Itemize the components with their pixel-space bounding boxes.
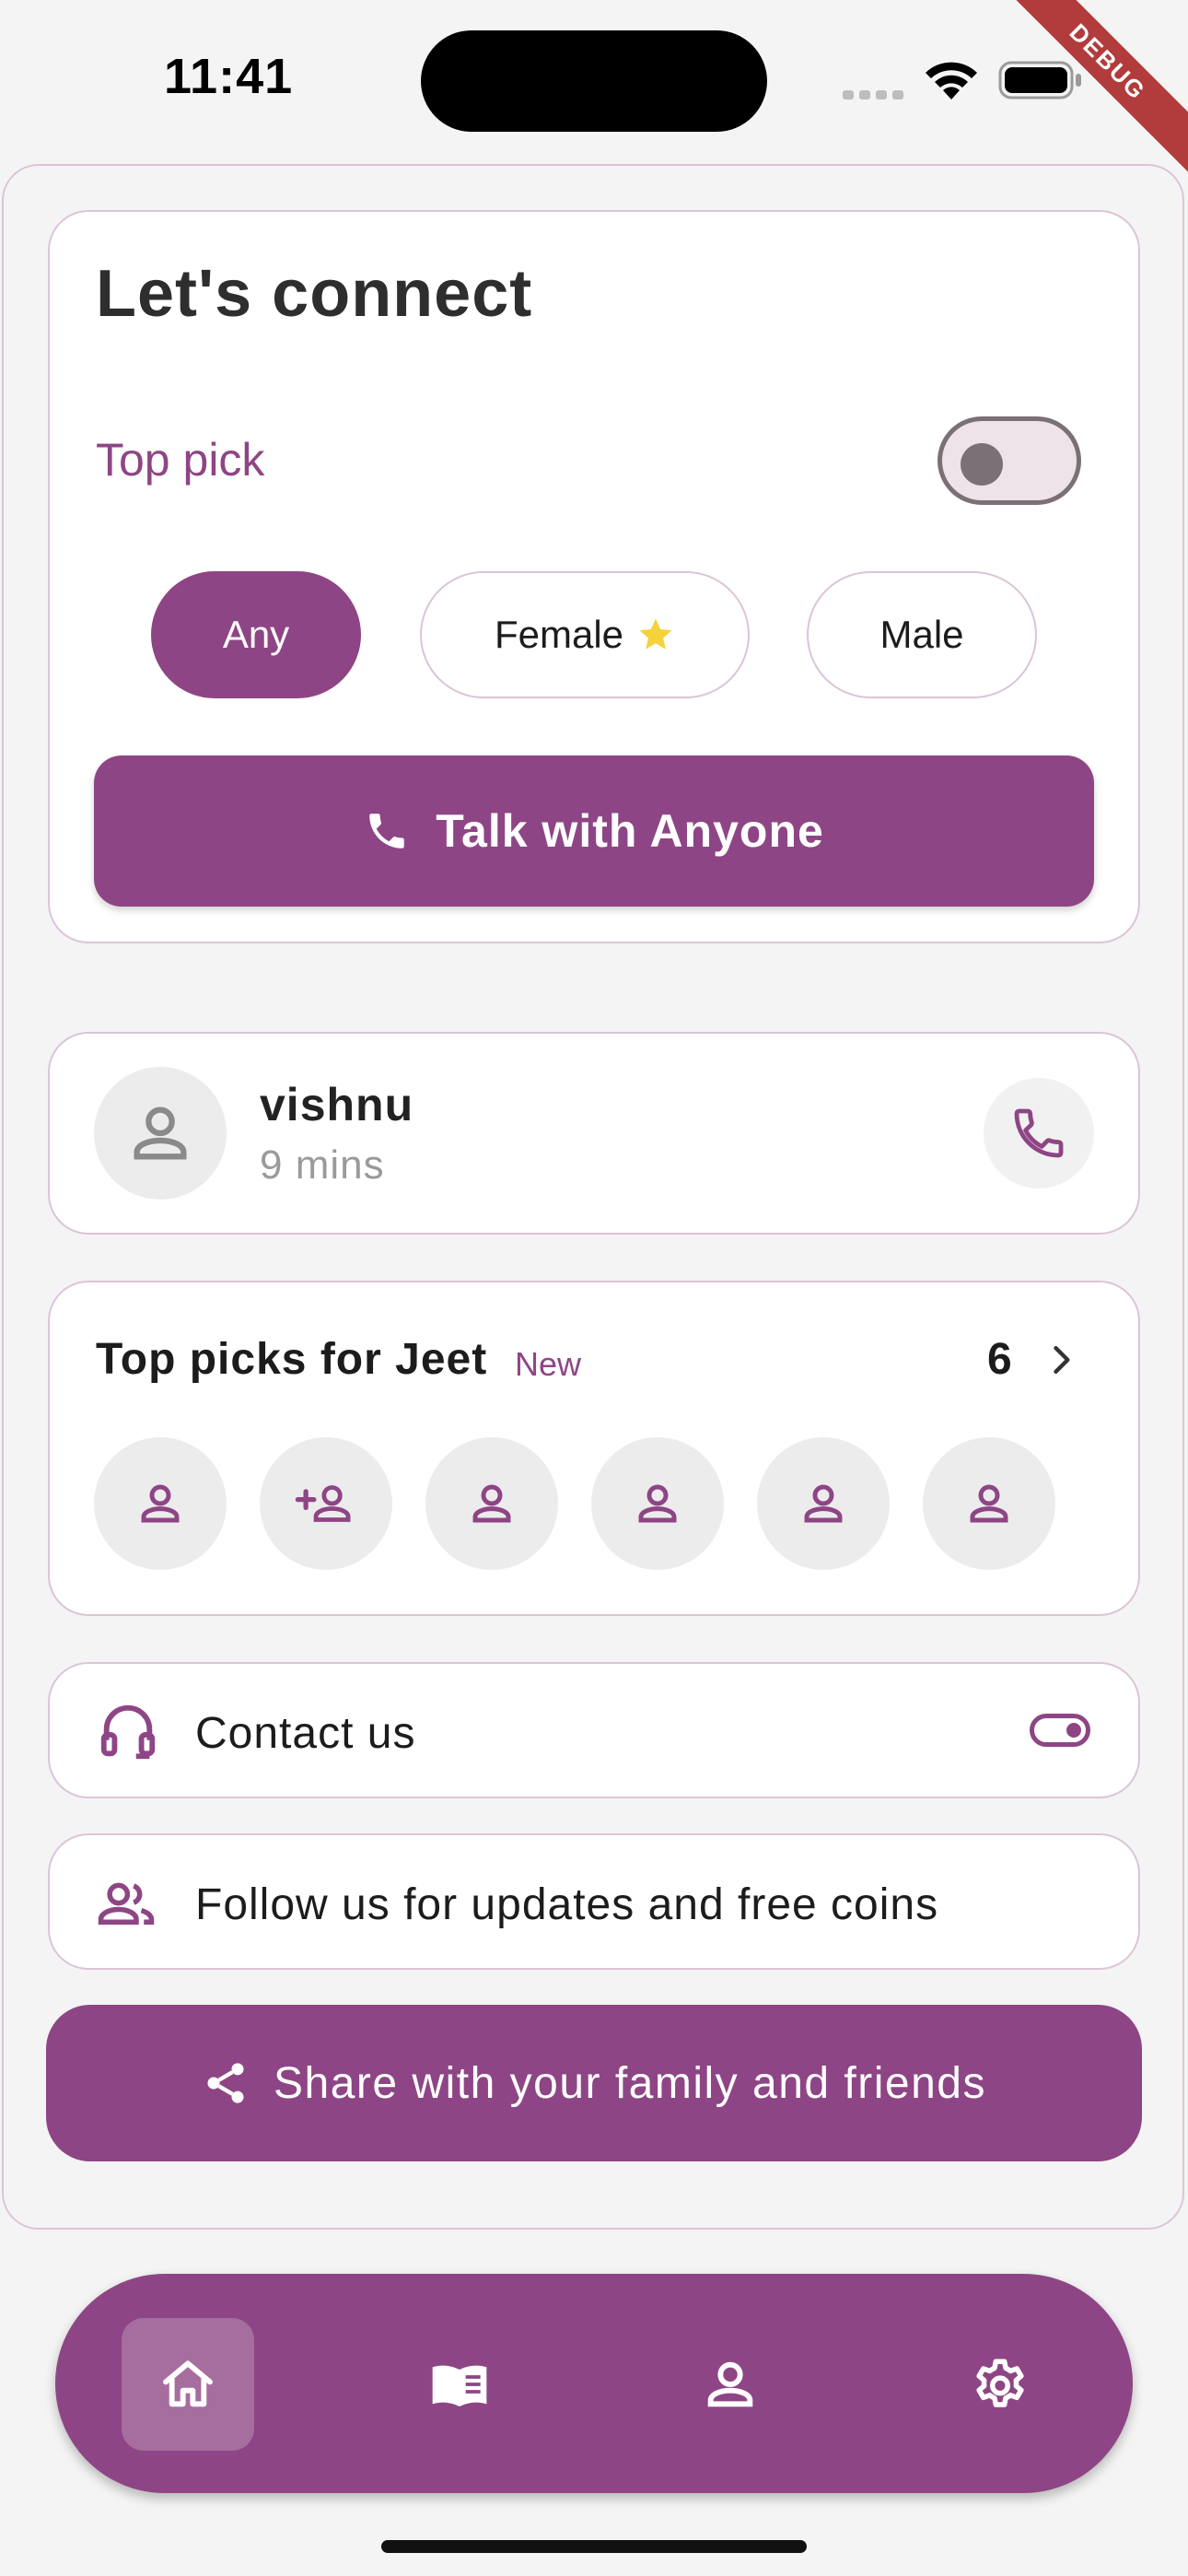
bottom-nav — [55, 2274, 1133, 2493]
top-pick-avatar[interactable] — [757, 1437, 890, 1570]
share-button[interactable]: Share with your family and friends — [46, 2005, 1142, 2161]
top-pick-avatar[interactable] — [94, 1437, 227, 1570]
connect-title: Let's connect — [96, 257, 533, 331]
cellular-signal-icon — [843, 90, 903, 100]
top-picks-count[interactable]: 6 — [987, 1334, 1012, 1385]
person-icon — [707, 2361, 753, 2407]
follow-us-label: Follow us for updates and free coins — [195, 1880, 939, 1929]
status-time: 11:41 — [164, 49, 294, 104]
person-icon — [472, 1484, 511, 1523]
debug-banner: DEBUG — [1004, 0, 1188, 184]
gear-icon — [976, 2359, 1024, 2407]
home-icon — [163, 2360, 213, 2407]
follow-us-row[interactable]: Follow us for updates and free coins — [48, 1833, 1140, 1970]
home-indicator — [381, 2540, 807, 2553]
headset-icon — [100, 1704, 156, 1760]
person-icon — [134, 1107, 187, 1160]
people-icon — [98, 1882, 155, 1925]
top-pick-avatar[interactable] — [591, 1437, 724, 1570]
chevron-right-icon[interactable] — [1041, 1338, 1081, 1382]
new-badge: New — [515, 1345, 582, 1383]
top-pick-label: Top pick — [96, 434, 265, 486]
chip-label: Any — [222, 613, 290, 656]
person-icon — [804, 1484, 843, 1523]
share-icon — [207, 2063, 244, 2103]
gender-chip-any[interactable]: Any — [151, 571, 361, 698]
phone-icon — [1014, 1108, 1064, 1158]
recent-call-duration: 9 mins — [260, 1142, 385, 1188]
chip-label: Female — [494, 613, 624, 656]
recent-call-name: vishnu — [260, 1079, 414, 1130]
contact-us-row[interactable]: Contact us — [48, 1662, 1140, 1798]
person-icon — [638, 1484, 677, 1523]
top-pick-avatar[interactable] — [923, 1437, 1055, 1570]
person-icon — [141, 1484, 180, 1523]
talk-button-label: Talk with Anyone — [436, 805, 824, 857]
chip-label: Male — [879, 613, 964, 656]
talk-with-anyone-button[interactable]: Talk with Anyone — [94, 755, 1094, 907]
phone-icon — [369, 814, 404, 849]
top-picks-title: Top picks for Jeet — [96, 1335, 488, 1384]
book-icon — [432, 2365, 487, 2406]
contact-us-label: Contact us — [195, 1709, 416, 1758]
star-icon — [639, 618, 672, 650]
top-pick-toggle[interactable] — [938, 416, 1081, 505]
nav-settings[interactable] — [934, 2318, 1066, 2451]
gender-chip-female[interactable]: Female — [420, 571, 750, 698]
share-button-label: Share with your family and friends — [274, 2058, 986, 2108]
avatar — [94, 1067, 227, 1200]
nav-profile[interactable] — [664, 2318, 797, 2451]
call-button[interactable] — [984, 1078, 1094, 1188]
top-pick-avatar[interactable] — [425, 1437, 558, 1570]
toggle-on-icon — [1030, 1714, 1090, 1747]
toggle-knob — [961, 443, 1003, 486]
nav-library[interactable] — [393, 2318, 526, 2451]
top-pick-avatar[interactable] — [260, 1437, 392, 1570]
wifi-icon — [926, 62, 977, 100]
dynamic-island — [421, 30, 767, 132]
nav-home[interactable] — [122, 2318, 254, 2451]
person-icon — [970, 1484, 1008, 1523]
person-add-icon — [295, 1485, 351, 1522]
gender-chip-male[interactable]: Male — [807, 571, 1037, 698]
